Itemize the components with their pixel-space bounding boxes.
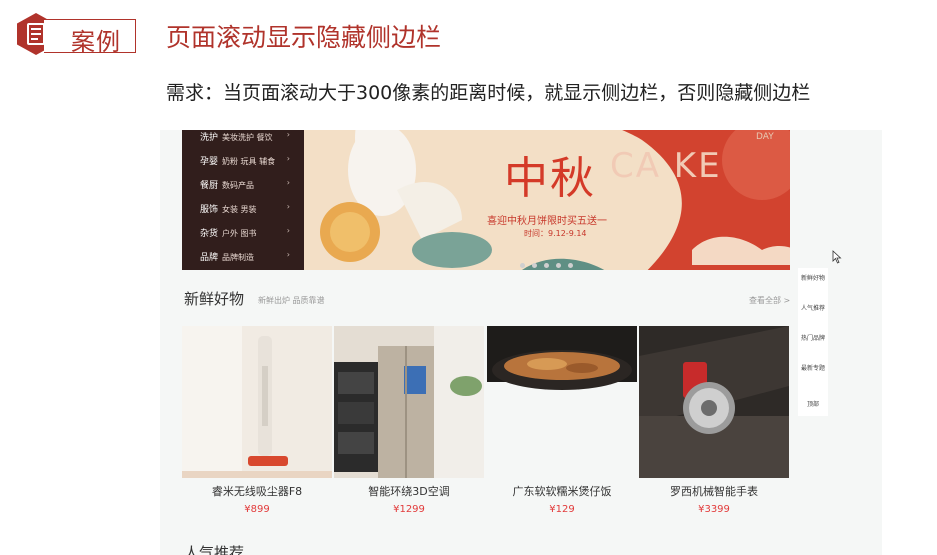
sidebar-item-popular[interactable]: 人气推荐 bbox=[798, 304, 828, 313]
chevron-right-icon: › bbox=[286, 226, 290, 235]
carousel-dots[interactable] bbox=[520, 253, 580, 270]
sidebar-item-fresh[interactable]: 新鲜好物 bbox=[798, 274, 828, 283]
category-sub: 美妆洗护 餐饮 bbox=[222, 133, 273, 142]
product-image bbox=[334, 326, 484, 478]
product-price: ¥899 bbox=[244, 504, 270, 515]
requirement-text: 需求：当页面滚动大于300像素的距离时候，就显示侧边栏，否则隐藏侧边栏 bbox=[166, 82, 811, 104]
category-sub: 品牌制造 bbox=[222, 253, 255, 262]
carousel-dot[interactable] bbox=[556, 263, 561, 268]
badge-label: 案例 bbox=[71, 28, 121, 56]
next-section-title: 人气推荐 bbox=[184, 544, 245, 555]
fixed-sidebar: 新鲜好物 人气推荐 热门品牌 最新专题 顶部 bbox=[798, 268, 828, 416]
product-price: ¥1299 bbox=[393, 504, 425, 515]
category-sub: 数码产品 bbox=[222, 181, 255, 190]
carousel-dot[interactable] bbox=[520, 263, 525, 268]
product-image bbox=[182, 326, 332, 478]
section-subtitle: 新鲜出炉 品质靠谱 bbox=[258, 296, 325, 305]
category-item[interactable]: 餐厨 数码产品 › bbox=[200, 178, 300, 196]
category-item[interactable]: 孕婴 奶粉 玩具 辅食 › bbox=[200, 154, 300, 172]
category-main: 洗护 bbox=[200, 133, 219, 143]
product-name: 广东软软糯米煲仔饭 bbox=[512, 485, 612, 498]
rabbit-illustration bbox=[320, 130, 492, 268]
banner-subtitle: 喜迎中秋月饼限时买五送一 bbox=[487, 216, 607, 227]
chevron-right-icon: › bbox=[286, 130, 290, 139]
category-main: 孕婴 bbox=[200, 157, 219, 167]
product-name: 睿米无线吸尘器F8 bbox=[211, 485, 303, 498]
sidebar-item-top[interactable]: 顶部 bbox=[798, 400, 828, 409]
page-title: 页面滚动显示隐藏侧边栏 bbox=[166, 23, 442, 52]
product-name: 智能环绕3D空调 bbox=[368, 485, 450, 498]
view-all-link[interactable]: 查看全部 > bbox=[749, 295, 790, 306]
product-price: ¥129 bbox=[549, 504, 575, 515]
product-image bbox=[639, 326, 789, 478]
category-main: 服饰 bbox=[200, 205, 219, 215]
section-title: 新鲜好物 bbox=[184, 290, 245, 308]
product-grid: 睿米无线吸尘器F8 ¥899 智能环绕3D空调 ¥1299 广东软软糯米煲仔饭 … bbox=[182, 326, 790, 526]
banner-corner-text: DAY bbox=[756, 132, 774, 142]
category-item[interactable]: 洗护 美妆洗护 餐饮 › bbox=[200, 130, 300, 148]
chevron-right-icon: › bbox=[286, 178, 290, 187]
category-main: 品牌 bbox=[200, 253, 219, 263]
sidebar-item-topic[interactable]: 最新专题 bbox=[798, 364, 828, 373]
category-main: 餐厨 bbox=[200, 181, 219, 191]
product-image bbox=[487, 326, 637, 478]
chevron-right-icon: › bbox=[286, 250, 290, 259]
carousel-dot[interactable] bbox=[532, 263, 537, 268]
category-sub: 女装 男装 bbox=[222, 205, 257, 214]
chevron-right-icon: › bbox=[286, 202, 290, 211]
page-preview: CA KE 中秋 喜迎中秋月饼限时买五送一 时间：9.12-9.14 DAY 洗… bbox=[160, 130, 882, 555]
banner-headline: 中秋 bbox=[504, 153, 596, 204]
product-card[interactable]: 智能环绕3D空调 ¥1299 bbox=[334, 326, 484, 526]
product-name: 罗西机械智能手表 bbox=[670, 485, 758, 498]
mouse-cursor-icon bbox=[832, 250, 842, 264]
product-card[interactable]: 罗西机械智能手表 ¥3399 bbox=[639, 326, 789, 526]
category-main: 杂货 bbox=[200, 229, 219, 239]
banner-date: 时间：9.12-9.14 bbox=[524, 229, 587, 238]
product-price: ¥3399 bbox=[698, 504, 730, 515]
category-menu: 洗护 美妆洗护 餐饮 › 孕婴 奶粉 玩具 辅食 › 餐厨 数码产品 › 服饰 女装 男装 › … bbox=[182, 130, 304, 270]
sidebar-item-brand[interactable]: 热门品牌 bbox=[798, 334, 828, 343]
product-card[interactable]: 广东软软糯米煲仔饭 ¥129 bbox=[487, 326, 637, 526]
case-badge: 案例 bbox=[14, 12, 136, 56]
carousel-dot[interactable] bbox=[544, 263, 549, 268]
product-card[interactable]: 睿米无线吸尘器F8 ¥899 bbox=[182, 326, 332, 526]
category-sub: 奶粉 玩具 辅食 bbox=[222, 157, 276, 166]
category-item[interactable]: 杂货 户外 图书 › bbox=[200, 226, 300, 244]
category-item[interactable]: 服饰 女装 男装 › bbox=[200, 202, 300, 220]
slide: 案例 页面滚动显示隐藏侧边栏 需求：当页面滚动大于300像素的距离时候，就显示侧… bbox=[0, 0, 937, 555]
category-item[interactable]: 品牌 品牌制造 › bbox=[200, 250, 300, 268]
chevron-right-icon: › bbox=[286, 154, 290, 163]
carousel-dot[interactable] bbox=[568, 263, 573, 268]
banner-deco-text: CA KE bbox=[610, 146, 722, 186]
hero-banner[interactable]: CA KE 中秋 喜迎中秋月饼限时买五送一 时间：9.12-9.14 DAY 洗… bbox=[182, 130, 790, 270]
category-sub: 户外 图书 bbox=[222, 229, 257, 238]
